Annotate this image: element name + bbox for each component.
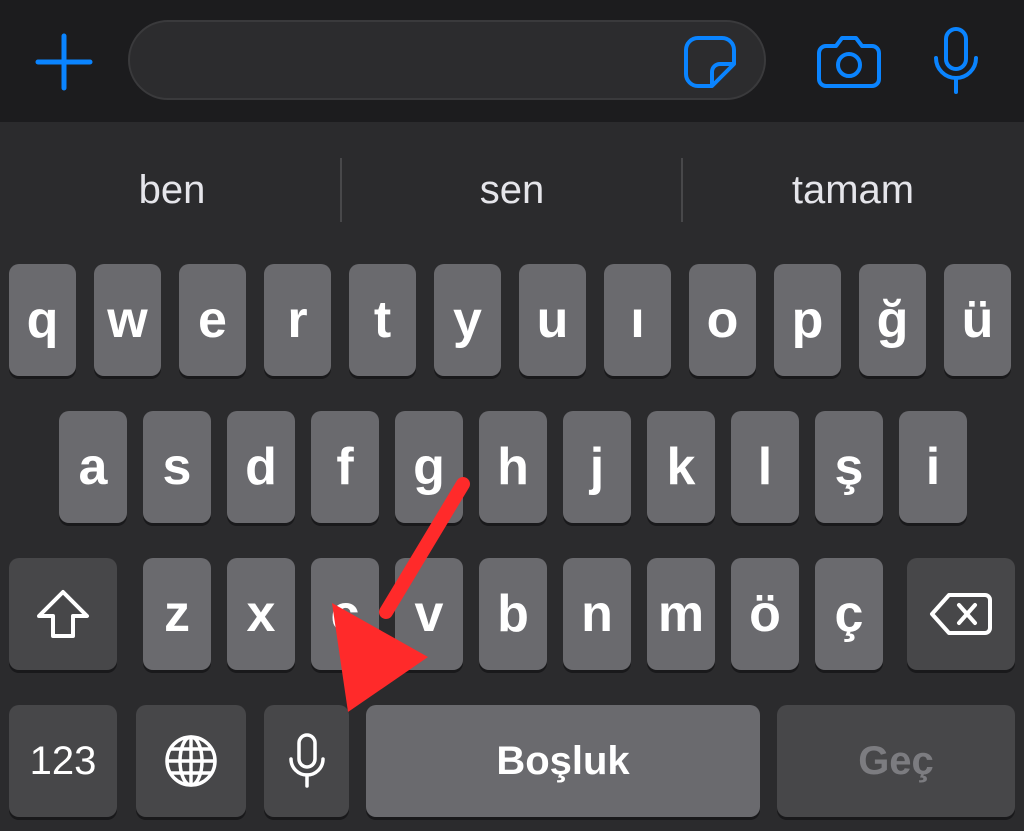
- key-b[interactable]: b: [479, 558, 547, 670]
- backspace-icon: [930, 593, 992, 635]
- key-n[interactable]: n: [563, 558, 631, 670]
- key-o-umlaut[interactable]: ö: [731, 558, 799, 670]
- microphone-icon: [934, 27, 978, 94]
- sticker-button[interactable]: [682, 34, 738, 90]
- key-g[interactable]: g: [395, 411, 463, 523]
- key-u[interactable]: u: [519, 264, 586, 376]
- key-f[interactable]: f: [311, 411, 379, 523]
- key-s[interactable]: s: [143, 411, 211, 523]
- key-z[interactable]: z: [143, 558, 211, 670]
- key-s-cedilla[interactable]: ş: [815, 411, 883, 523]
- numbers-key[interactable]: 123: [9, 705, 117, 817]
- backspace-key[interactable]: [907, 558, 1015, 670]
- suggestion-item[interactable]: ben: [2, 158, 342, 222]
- key-y[interactable]: y: [434, 264, 501, 376]
- key-m[interactable]: m: [647, 558, 715, 670]
- globe-key[interactable]: [136, 705, 246, 817]
- key-w[interactable]: w: [94, 264, 161, 376]
- key-h[interactable]: h: [479, 411, 547, 523]
- key-l[interactable]: l: [731, 411, 799, 523]
- voice-message-button[interactable]: [928, 26, 984, 96]
- key-t[interactable]: t: [349, 264, 416, 376]
- key-p[interactable]: p: [774, 264, 841, 376]
- key-a[interactable]: a: [59, 411, 127, 523]
- key-j[interactable]: j: [563, 411, 631, 523]
- key-x[interactable]: x: [227, 558, 295, 670]
- message-text-field[interactable]: [128, 20, 766, 100]
- key-e[interactable]: e: [179, 264, 246, 376]
- key-v[interactable]: v: [395, 558, 463, 670]
- camera-button[interactable]: [816, 32, 882, 90]
- key-dotless-i[interactable]: ı: [604, 264, 671, 376]
- key-k[interactable]: k: [647, 411, 715, 523]
- shift-icon: [37, 590, 89, 638]
- plus-button[interactable]: [34, 32, 94, 92]
- suggestion-bar: ben sen tamam: [0, 122, 1024, 258]
- key-c-cedilla[interactable]: ç: [815, 558, 883, 670]
- plus-icon: [35, 33, 93, 91]
- key-r[interactable]: r: [264, 264, 331, 376]
- suggestion-item[interactable]: sen: [342, 158, 682, 222]
- globe-icon: [165, 735, 217, 787]
- dictation-key[interactable]: [264, 705, 349, 817]
- key-i[interactable]: i: [899, 411, 967, 523]
- key-d[interactable]: d: [227, 411, 295, 523]
- sticker-icon: [684, 36, 736, 88]
- shift-key[interactable]: [9, 558, 117, 670]
- key-o[interactable]: o: [689, 264, 756, 376]
- key-g-breve[interactable]: ğ: [859, 264, 926, 376]
- key-u-umlaut[interactable]: ü: [944, 264, 1011, 376]
- key-c[interactable]: c: [311, 558, 379, 670]
- message-input[interactable]: [160, 32, 684, 90]
- camera-icon: [817, 36, 881, 88]
- go-key[interactable]: Geç: [777, 705, 1015, 817]
- suggestion-item[interactable]: tamam: [683, 158, 1023, 222]
- microphone-icon: [288, 733, 325, 788]
- keyboard-screen: ben sen tamam q w e r t y u ı o p ğ ü a …: [0, 0, 1024, 831]
- space-key[interactable]: Boşluk: [366, 705, 760, 817]
- message-input-bar: [0, 0, 1024, 122]
- key-q[interactable]: q: [9, 264, 76, 376]
